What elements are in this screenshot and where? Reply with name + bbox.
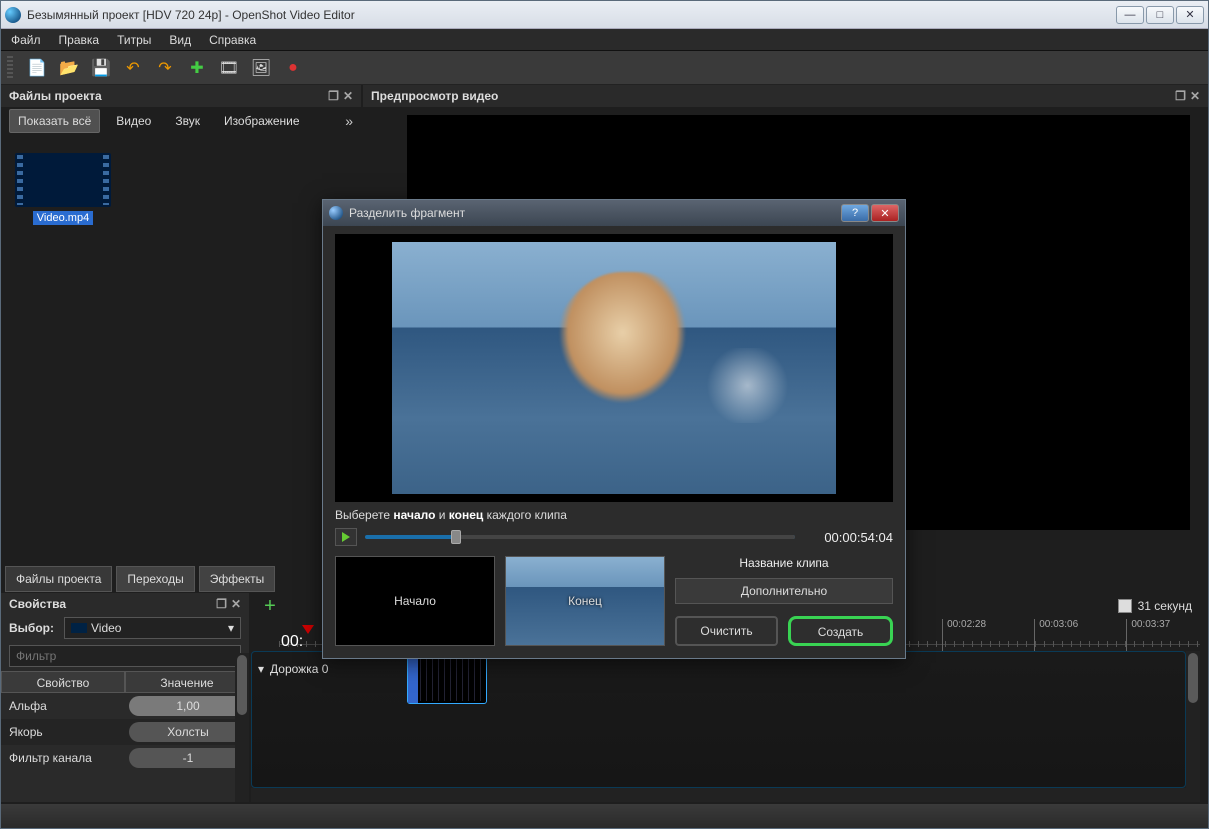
timeline-clip[interactable] xyxy=(407,656,487,704)
slider-handle[interactable] xyxy=(451,530,461,544)
filter-all[interactable]: Показать всё xyxy=(9,109,100,133)
timeline-duration: 31 секунд xyxy=(1138,599,1192,613)
playhead-time: 00: xyxy=(281,633,303,651)
window-title: Безымянный проект [HDV 720 24p] - OpenSh… xyxy=(27,8,1116,22)
project-files-title: Файлы проекта xyxy=(9,89,102,103)
create-button[interactable]: Создать xyxy=(788,616,893,646)
prop-row-channel-filter[interactable]: Фильтр канала-1 xyxy=(1,745,249,771)
select-label: Выбор: xyxy=(9,621,54,635)
clip-icon xyxy=(71,623,87,633)
clip-name-label: Название клипа xyxy=(675,556,893,570)
left-panel-tabs: Файлы проекта Переходы Эффекты xyxy=(1,565,361,593)
advanced-button[interactable]: Дополнительно xyxy=(675,578,893,604)
maximize-button[interactable]: □ xyxy=(1146,6,1174,24)
save-project-icon[interactable]: 💾 xyxy=(91,58,111,78)
undo-icon[interactable]: ↶ xyxy=(123,58,143,78)
dialog-close-button[interactable]: ✕ xyxy=(871,204,899,222)
minimize-button[interactable]: — xyxy=(1116,6,1144,24)
properties-title: Свойства xyxy=(9,597,66,611)
chevron-down-icon: ▾ xyxy=(228,621,234,635)
close-panel-icon[interactable]: ✕ xyxy=(231,597,241,611)
app-icon xyxy=(329,206,343,220)
start-thumbnail[interactable]: Начало xyxy=(335,556,495,646)
menu-file[interactable]: Файл xyxy=(11,33,41,47)
import-icon[interactable]: ✚ xyxy=(187,58,207,78)
dialog-title: Разделить фрагмент xyxy=(349,206,465,220)
filter-audio[interactable]: Звук xyxy=(167,110,208,132)
undock-icon[interactable]: ❐ xyxy=(328,89,339,103)
file-name: Video.mp4 xyxy=(33,211,93,225)
menubar: Файл Правка Титры Вид Справка xyxy=(1,29,1208,51)
close-button[interactable]: ✕ xyxy=(1176,6,1204,24)
preview-title: Предпросмотр видео xyxy=(371,89,498,103)
dialog-instruction: Выберете начало и конец каждого клипа xyxy=(335,508,893,522)
filter-image[interactable]: Изображение xyxy=(216,110,308,132)
filter-video[interactable]: Видео xyxy=(108,110,159,132)
end-thumbnail[interactable]: Конец xyxy=(505,556,665,646)
chevron-right-icon[interactable]: » xyxy=(345,113,353,129)
tab-effects[interactable]: Эффекты xyxy=(199,566,276,592)
tab-project-files[interactable]: Файлы проекта xyxy=(5,566,112,592)
play-icon xyxy=(342,532,350,542)
properties-scrollbar[interactable] xyxy=(235,653,249,802)
add-track-button[interactable]: + xyxy=(259,595,281,617)
titlebar[interactable]: Безымянный проект [HDV 720 24p] - OpenSh… xyxy=(1,1,1208,29)
clear-button[interactable]: Очистить xyxy=(675,616,778,646)
split-clip-dialog: Разделить фрагмент ? ✕ Выберете начало и… xyxy=(322,199,906,659)
track-label: Дорожка 0 xyxy=(270,662,328,676)
col-property: Свойство xyxy=(1,671,125,693)
project-files-panel: Файлы проекта ❐ ✕ Показать всё Видео Звук… xyxy=(1,85,361,565)
new-project-icon[interactable]: 📄 xyxy=(27,58,47,78)
snap-checkbox[interactable] xyxy=(1118,599,1132,613)
dialog-titlebar[interactable]: Разделить фрагмент ? ✕ xyxy=(323,200,905,226)
file-thumbnail-icon xyxy=(15,153,111,207)
play-button[interactable] xyxy=(335,528,357,546)
track-area[interactable]: ▾Дорожка 0 Video.mp4 xyxy=(251,651,1186,788)
undock-icon[interactable]: ❐ xyxy=(216,597,227,611)
position-slider[interactable] xyxy=(365,535,795,539)
menu-view[interactable]: Вид xyxy=(169,33,191,47)
timeline-hscroll[interactable] xyxy=(251,788,1200,802)
toolbar: 📄 📂 💾 ↶ ↷ ✚ 🎞 🖼 ● xyxy=(1,51,1208,85)
menu-icon[interactable]: ▾ xyxy=(258,662,264,676)
screenshot-icon[interactable]: 🖼 xyxy=(251,58,271,78)
app-icon xyxy=(5,7,21,23)
tab-transitions[interactable]: Переходы xyxy=(116,566,194,592)
filmstrip-icon[interactable]: 🎞 xyxy=(219,58,239,78)
properties-panel: Свойства ❐ ✕ Выбор: Video ▾ Свойство Знач… xyxy=(1,593,249,802)
dialog-help-button[interactable]: ? xyxy=(841,204,869,222)
clip-select[interactable]: Video ▾ xyxy=(64,617,241,639)
prop-row-anchor[interactable]: ЯкорьХолсты xyxy=(1,719,249,745)
open-project-icon[interactable]: 📂 xyxy=(59,58,79,78)
close-panel-icon[interactable]: ✕ xyxy=(343,89,353,103)
menu-help[interactable]: Справка xyxy=(209,33,256,47)
timeline-vscroll[interactable] xyxy=(1186,651,1200,788)
statusbar xyxy=(1,804,1208,828)
dialog-preview[interactable] xyxy=(335,234,893,502)
timecode: 00:00:54:04 xyxy=(803,530,893,545)
menu-edit[interactable]: Правка xyxy=(59,33,100,47)
undock-icon[interactable]: ❐ xyxy=(1175,89,1186,103)
project-file-item[interactable]: Video.mp4 xyxy=(15,153,111,225)
toolbar-grip[interactable] xyxy=(7,56,13,80)
menu-titles[interactable]: Титры xyxy=(117,33,151,47)
prop-row-alpha[interactable]: Альфа1,00 xyxy=(1,693,249,719)
close-panel-icon[interactable]: ✕ xyxy=(1190,89,1200,103)
col-value: Значение xyxy=(125,671,249,693)
export-icon[interactable]: ● xyxy=(283,58,303,78)
redo-icon[interactable]: ↷ xyxy=(155,58,175,78)
property-filter-input[interactable] xyxy=(9,645,241,667)
